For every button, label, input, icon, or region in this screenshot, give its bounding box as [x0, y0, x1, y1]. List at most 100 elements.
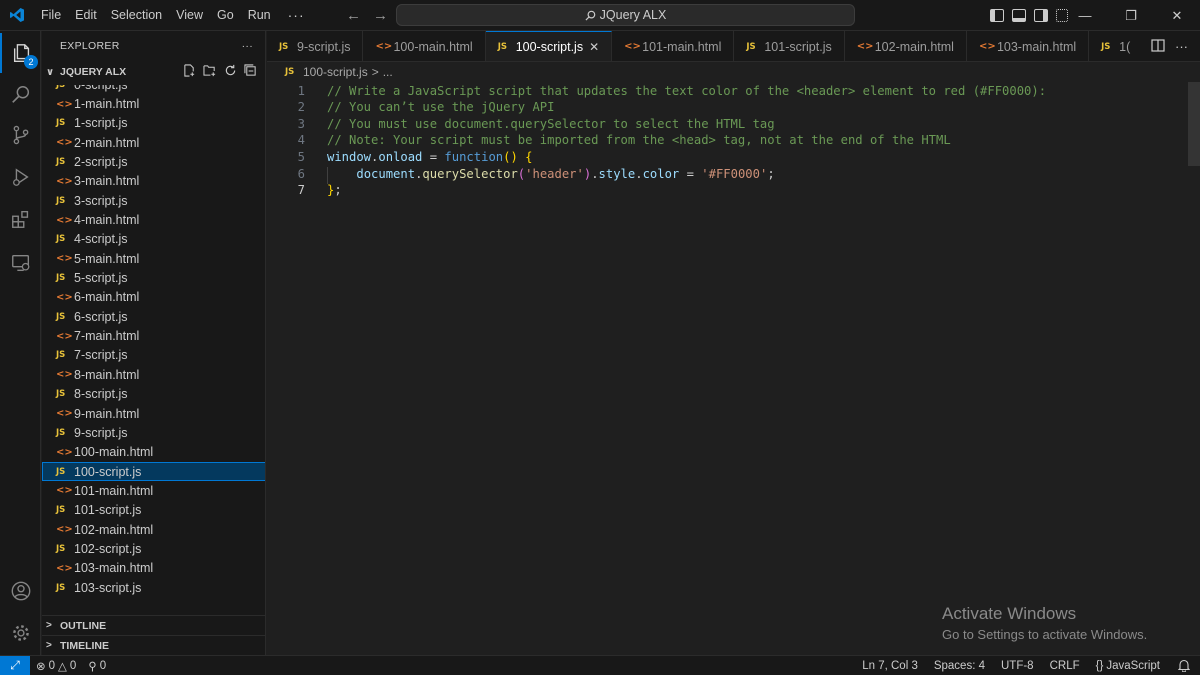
language-label: JavaScript: [1106, 659, 1160, 672]
file-item[interactable]: JS 102-script.js: [42, 539, 265, 558]
file-item[interactable]: <> 7-main.html: [42, 326, 265, 345]
language-mode[interactable]: {} JavaScript: [1088, 660, 1168, 672]
code-token: // You can’t use the jQuery API: [327, 100, 555, 115]
timeline-section[interactable]: > TIMELINE: [42, 635, 265, 655]
warning-count: 0: [69, 659, 77, 672]
problems-indicator[interactable]: ⊗ 0 △ 0: [30, 659, 82, 673]
file-name: 8-script.js: [74, 387, 128, 402]
remote-explorer-icon[interactable]: [0, 243, 41, 283]
file-item[interactable]: <> 8-main.html: [42, 365, 265, 384]
toggle-secondary-sidebar-icon[interactable]: [1034, 9, 1048, 22]
file-item[interactable]: <> 4-main.html: [42, 210, 265, 229]
file-item[interactable]: JS 8-script.js: [42, 385, 265, 404]
file-item[interactable]: JS 1-script.js: [42, 114, 265, 133]
close-window-icon[interactable]: ✕: [1154, 0, 1200, 31]
menu-selection[interactable]: Selection: [104, 0, 169, 31]
js-file-icon: JS: [285, 67, 295, 77]
editor-tab[interactable]: JS 9-script.js: [267, 31, 364, 61]
more-actions-icon[interactable]: ···: [1175, 39, 1188, 54]
explorer-more-button[interactable]: ···: [242, 40, 253, 52]
file-item[interactable]: JS 3-script.js: [42, 191, 265, 210]
command-center-search[interactable]: JQuery ALX: [396, 4, 855, 26]
command-center-label: JQuery ALX: [599, 8, 667, 22]
file-item[interactable]: <> 9-main.html: [42, 404, 265, 423]
explorer-icon[interactable]: 2: [0, 33, 41, 73]
line-endings[interactable]: CRLF: [1042, 660, 1088, 672]
file-item[interactable]: <> 101-main.html: [42, 481, 265, 500]
file-item[interactable]: <> 102-main.html: [42, 520, 265, 539]
file-item[interactable]: JS 7-script.js: [42, 346, 265, 365]
file-item[interactable]: <> 1-main.html: [42, 94, 265, 113]
menu-view[interactable]: View: [169, 0, 210, 31]
run-and-debug-icon[interactable]: [0, 157, 41, 197]
breadcrumb-symbols[interactable]: ...: [383, 65, 393, 79]
refresh-icon[interactable]: [224, 64, 237, 80]
file-item[interactable]: <> 103-main.html: [42, 559, 265, 578]
file-item[interactable]: <> 3-main.html: [42, 172, 265, 191]
code-editor[interactable]: 1 // Write a JavaScript script that updat…: [267, 82, 1200, 655]
line-number: 2: [297, 100, 305, 115]
html-file-icon: <>: [56, 137, 73, 149]
editor-tab[interactable]: JS 1(: [1089, 31, 1144, 61]
accounts-icon[interactable]: [0, 571, 41, 611]
split-editor-icon[interactable]: [1151, 38, 1165, 55]
outline-section[interactable]: > OUTLINE: [42, 615, 265, 635]
file-item[interactable]: JS 9-script.js: [42, 423, 265, 442]
restore-icon[interactable]: ❐: [1108, 0, 1154, 31]
file-name: 101-main.html: [74, 483, 154, 498]
file-item[interactable]: <> 5-main.html: [42, 249, 265, 268]
file-item[interactable]: JS 5-script.js: [42, 268, 265, 287]
toggle-primary-sidebar-icon[interactable]: [990, 9, 1004, 22]
editor-scrollbar[interactable]: [1188, 82, 1200, 166]
editor-tab[interactable]: <> 103-main.html: [967, 31, 1090, 61]
editor-tab[interactable]: <> 100-main.html: [363, 31, 486, 61]
search-view-icon[interactable]: [0, 75, 41, 115]
menu-run[interactable]: Run: [241, 0, 278, 31]
ports-indicator[interactable]: ⚲ 0: [82, 659, 112, 673]
html-file-icon: <>: [56, 214, 73, 226]
line-number: 5: [297, 149, 305, 164]
source-control-icon[interactable]: [0, 115, 41, 155]
file-item[interactable]: JS 6-script.js: [42, 307, 265, 326]
file-name: 9-main.html: [74, 406, 140, 421]
back-arrow-icon[interactable]: ←: [346, 7, 361, 24]
file-item[interactable]: JS 100-script.js: [42, 461, 265, 482]
menu-edit[interactable]: Edit: [68, 0, 104, 31]
file-item[interactable]: <> 2-main.html: [42, 133, 265, 152]
settings-gear-icon[interactable]: [0, 613, 41, 653]
collapse-all-icon[interactable]: [244, 64, 257, 80]
menu-more-button[interactable]: ···: [278, 7, 315, 23]
indentation[interactable]: Spaces: 4: [926, 660, 993, 672]
file-item[interactable]: JS 101-script.js: [42, 501, 265, 520]
folder-header[interactable]: ∨ JQUERY ALX: [42, 61, 265, 83]
file-item[interactable]: <> 100-main.html: [42, 443, 265, 462]
breadcrumb-file[interactable]: 100-script.js: [303, 65, 368, 79]
editor-tab[interactable]: JS 101-script.js: [734, 31, 845, 61]
js-file-icon: JS: [279, 41, 289, 52]
file-item[interactable]: JS 2-script.js: [42, 152, 265, 171]
forward-arrow-icon[interactable]: →: [373, 7, 388, 24]
editor-tab[interactable]: JS 100-script.js ✕: [485, 31, 613, 61]
editor-tab[interactable]: <> 101-main.html: [612, 31, 735, 61]
menu-file[interactable]: File: [34, 0, 68, 31]
cursor-position[interactable]: Ln 7, Col 3: [854, 660, 926, 672]
tab-close-icon[interactable]: ✕: [589, 40, 599, 54]
file-item[interactable]: JS 103-script.js: [42, 578, 265, 597]
remote-indicator-icon[interactable]: ⤢: [0, 655, 30, 675]
new-file-icon[interactable]: [183, 64, 196, 80]
file-name: 4-script.js: [74, 232, 128, 247]
file-name: 102-script.js: [74, 541, 142, 556]
editor-tab[interactable]: <> 102-main.html: [845, 31, 967, 61]
menu-go[interactable]: Go: [210, 0, 241, 31]
code-token: color: [642, 166, 680, 181]
encoding[interactable]: UTF-8: [993, 660, 1042, 672]
file-item[interactable]: JS0-script.js: [42, 85, 265, 94]
notifications-bell-icon[interactable]: [1168, 659, 1200, 672]
new-folder-icon[interactable]: [203, 64, 217, 80]
toggle-panel-icon[interactable]: [1012, 9, 1026, 22]
minimize-icon[interactable]: —: [1062, 0, 1108, 31]
file-item[interactable]: JS 4-script.js: [42, 230, 265, 249]
js-file-icon: JS: [56, 427, 66, 438]
extensions-icon[interactable]: [0, 199, 41, 239]
file-item[interactable]: <> 6-main.html: [42, 288, 265, 307]
